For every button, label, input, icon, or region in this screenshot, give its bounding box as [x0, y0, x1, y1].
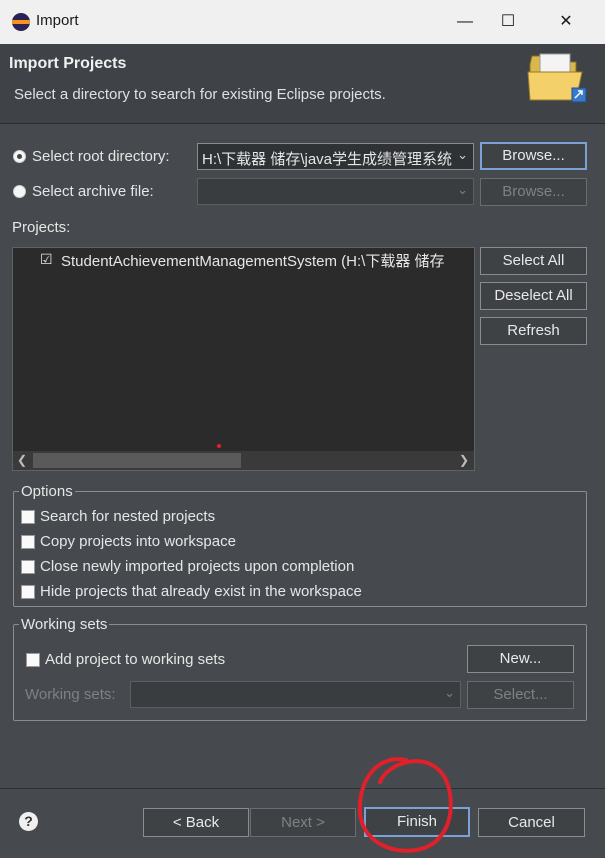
footer-divider	[0, 788, 605, 789]
root-directory-value: H:\下载器 储存\java学生成绩管理系统	[202, 151, 453, 168]
folder-icon	[527, 53, 587, 103]
deselect-all-button[interactable]: Deselect All	[480, 282, 587, 310]
chevron-down-icon[interactable]: ⌄	[444, 685, 455, 701]
window-titlebar: Import — ☐ ✕	[0, 0, 605, 44]
working-sets-legend: Working sets	[19, 616, 110, 633]
archive-file-label: Select archive file:	[32, 183, 154, 200]
minimize-icon[interactable]: —	[451, 8, 479, 36]
root-directory-combo[interactable]: H:\下载器 储存\java学生成绩管理系统 ⌄	[197, 143, 474, 170]
working-sets-combo[interactable]: ⌄	[130, 681, 461, 708]
options-legend: Options	[19, 483, 75, 500]
chevron-down-icon[interactable]: ⌄	[457, 147, 468, 163]
help-icon[interactable]: ?	[19, 812, 38, 831]
wizard-header: Import Projects Select a directory to se…	[0, 44, 605, 124]
copy-projects-label: Copy projects into workspace	[40, 533, 236, 550]
project-checkbox[interactable]: ☑	[40, 252, 54, 266]
scrollbar-thumb[interactable]	[33, 453, 241, 468]
eclipse-logo-icon	[12, 13, 30, 31]
back-button[interactable]: < Back	[143, 808, 249, 837]
deselect-all-label: Deselect All	[494, 287, 573, 304]
chevron-right-icon[interactable]: ❯	[459, 453, 469, 467]
new-working-set-button[interactable]: New...	[467, 645, 574, 673]
red-dot-marker	[217, 444, 221, 448]
nested-projects-checkbox[interactable]	[21, 510, 35, 524]
next-button[interactable]: Next >	[250, 808, 356, 837]
close-icon[interactable]: ✕	[552, 8, 580, 36]
wizard-title: Import Projects	[9, 55, 127, 72]
select-all-button[interactable]: Select All	[480, 247, 587, 275]
select-working-set-button[interactable]: Select...	[467, 681, 574, 709]
browse-archive-button[interactable]: Browse...	[480, 178, 587, 206]
add-working-set-label: Add project to working sets	[45, 651, 226, 668]
wizard-description: Select a directory to search for existin…	[14, 86, 386, 103]
window-title: Import	[36, 12, 79, 29]
refresh-button[interactable]: Refresh	[480, 317, 587, 345]
red-annotation-circle	[357, 757, 453, 853]
hide-existing-checkbox[interactable]	[21, 585, 35, 599]
archive-file-radio[interactable]	[13, 185, 26, 198]
cancel-button[interactable]: Cancel	[478, 808, 585, 837]
horizontal-scrollbar[interactable]: ❮ ❯	[13, 451, 474, 470]
working-sets-label: Working sets:	[25, 686, 116, 703]
close-imported-checkbox[interactable]	[21, 560, 35, 574]
list-item[interactable]: ☑ StudentAchievementManagementSystem (H:…	[13, 248, 474, 272]
hide-existing-label: Hide projects that already exist in the …	[40, 583, 362, 600]
projects-list[interactable]: ☑ StudentAchievementManagementSystem (H:…	[12, 247, 475, 471]
projects-label: Projects:	[12, 219, 71, 236]
close-imported-label: Close newly imported projects upon compl…	[40, 558, 355, 575]
project-name: StudentAchievementManagementSystem (H:\下…	[61, 253, 445, 270]
select-all-label: Select All	[502, 252, 565, 269]
maximize-icon[interactable]: ☐	[494, 8, 522, 36]
nested-projects-label: Search for nested projects	[40, 508, 216, 525]
root-directory-label: Select root directory:	[32, 148, 170, 165]
chevron-down-icon[interactable]: ⌄	[457, 182, 468, 198]
chevron-left-icon[interactable]: ❮	[17, 453, 27, 467]
browse-root-button[interactable]: Browse...	[480, 142, 587, 170]
archive-file-combo[interactable]: ⌄	[197, 178, 474, 205]
copy-projects-checkbox[interactable]	[21, 535, 35, 549]
refresh-label: Refresh	[507, 322, 560, 339]
add-working-set-checkbox[interactable]	[26, 653, 40, 667]
root-directory-radio[interactable]	[13, 150, 26, 163]
